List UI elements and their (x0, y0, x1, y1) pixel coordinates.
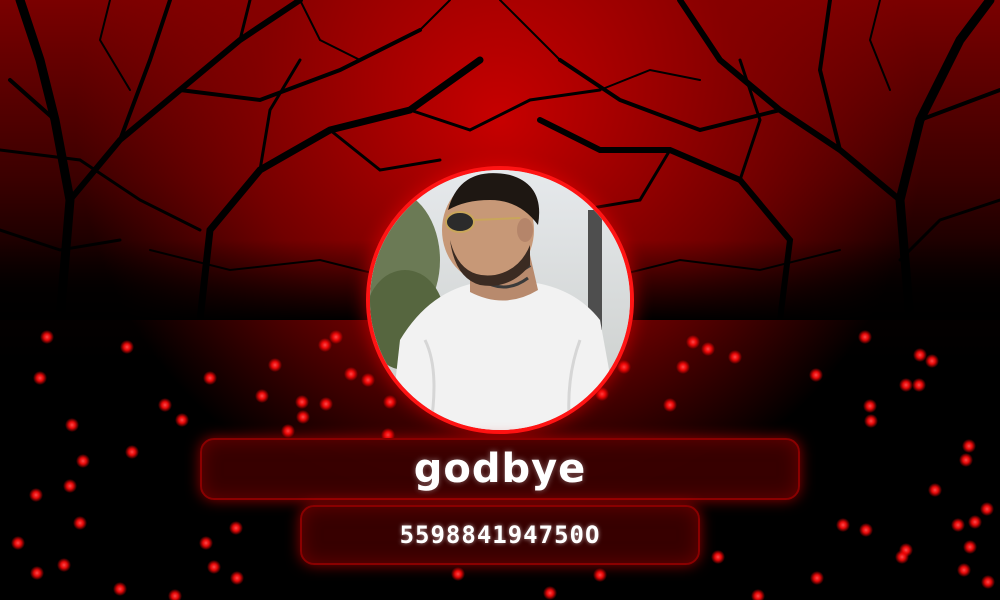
profile-photo-icon (370, 170, 630, 430)
user-id-text: 559884194750O (399, 521, 601, 549)
user-id-bar: 559884194750O (300, 505, 700, 565)
profile-card-background: godbye 559884194750O (0, 0, 1000, 600)
username-text: godbye (413, 446, 587, 492)
username-bar: godbye (200, 438, 800, 500)
avatar[interactable] (366, 166, 634, 434)
